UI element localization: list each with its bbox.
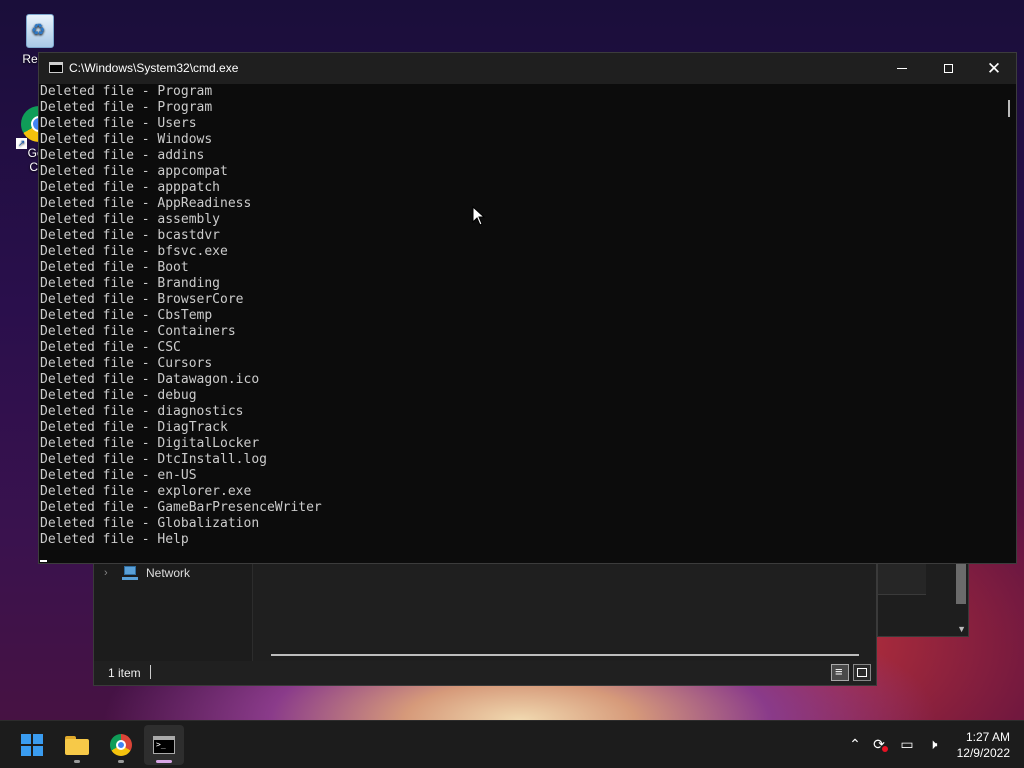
- nav-item-network[interactable]: › Network: [104, 566, 190, 580]
- folder-icon: [65, 735, 89, 755]
- start-button[interactable]: [12, 725, 52, 765]
- console-line: Deleted file - debug: [40, 388, 197, 403]
- console-line: Deleted file - AppReadiness: [40, 196, 252, 211]
- recycle-bin-icon: [22, 8, 56, 48]
- item-count: 1 item: [108, 666, 141, 680]
- terminal-icon: [153, 736, 175, 754]
- taskbar-chrome[interactable]: [101, 725, 141, 765]
- console-line: Deleted file - Datawagon.ico: [40, 372, 260, 387]
- running-indicator: [118, 760, 124, 763]
- network-icon: [122, 566, 138, 580]
- scroll-down-arrow-icon[interactable]: ▼: [957, 624, 966, 634]
- console-line: Deleted file - CSC: [40, 340, 181, 355]
- taskbar: ⌃ ⟳ ▭ 🕨 1:27 AM 12/9/2022: [0, 720, 1024, 768]
- console-line: Deleted file - en-US: [40, 468, 197, 483]
- active-indicator: [156, 760, 172, 763]
- cmd-icon: [49, 62, 63, 73]
- taskbar-command-prompt[interactable]: [144, 725, 184, 765]
- maximize-button[interactable]: [925, 53, 971, 84]
- console-line: Deleted file - bfsvc.exe: [40, 244, 228, 259]
- console-line: Deleted file - appcompat: [40, 164, 228, 179]
- close-icon: ✕: [986, 59, 1002, 78]
- console-line: Deleted file - explorer.exe: [40, 484, 252, 499]
- maximize-icon: [943, 64, 953, 73]
- console-line: Deleted file - Windows: [40, 132, 213, 147]
- close-button[interactable]: ✕: [971, 53, 1017, 84]
- console-line: Deleted file - assembly: [40, 212, 221, 227]
- console-line: Deleted file - CbsTemp: [40, 308, 213, 323]
- console-line: Deleted file - bcastdvr: [40, 228, 221, 243]
- console-line: Deleted file - Help: [40, 532, 189, 547]
- clock-date: 12/9/2022: [956, 746, 1010, 760]
- console-line: Deleted file - addins: [40, 148, 205, 163]
- system-clock[interactable]: 1:27 AM 12/9/2022: [957, 729, 1010, 761]
- running-indicator: [74, 760, 80, 763]
- text-cursor: [40, 560, 47, 562]
- shortcut-arrow-icon: ↗: [16, 138, 27, 149]
- network-icon[interactable]: ▭: [898, 735, 916, 753]
- horizontal-scrollbar[interactable]: [271, 654, 859, 656]
- minimize-button[interactable]: [879, 53, 925, 84]
- chevron-right-icon[interactable]: ›: [104, 567, 114, 579]
- console-line: Deleted file - Branding: [40, 276, 221, 291]
- window-title: C:\Windows\System32\cmd.exe: [69, 61, 239, 75]
- console-output[interactable]: Deleted file - Program Deleted file - Pro…: [40, 84, 1000, 562]
- background-window-scrollbar[interactable]: [956, 564, 966, 604]
- console-line: Deleted file - DiagTrack: [40, 420, 228, 435]
- console-line: Deleted file - DtcInstall.log: [40, 452, 267, 467]
- console-line: Deleted file - apppatch: [40, 180, 221, 195]
- console-line: Deleted file - diagnostics: [40, 404, 244, 419]
- title-bar[interactable]: C:\Windows\System32\cmd.exe ✕: [39, 53, 1016, 84]
- clock-time: 1:27 AM: [965, 730, 1010, 744]
- console-line: Deleted file - Cursors: [40, 356, 213, 371]
- details-view-button[interactable]: [831, 664, 849, 681]
- console-line: Deleted file - Containers: [40, 324, 236, 339]
- console-line: Deleted file - GameBarPresenceWriter: [40, 500, 322, 515]
- minimize-icon: [897, 68, 907, 69]
- file-explorer-window: › Network 1 item: [93, 563, 877, 686]
- status-bar: 1 item: [94, 661, 876, 685]
- volume-muted-icon[interactable]: 🕨: [924, 735, 942, 753]
- navigation-pane: › Network: [94, 564, 253, 664]
- console-line: Deleted file - DigitalLocker: [40, 436, 260, 451]
- status-separator: [150, 665, 151, 679]
- vertical-scrollbar-thumb[interactable]: [1008, 100, 1010, 117]
- console-line: Deleted file - Program: [40, 100, 213, 115]
- taskbar-file-explorer[interactable]: [57, 725, 97, 765]
- console-line: Deleted file - Users: [40, 116, 197, 131]
- background-window-panel: [878, 564, 926, 595]
- console-line: Deleted file - Program: [40, 84, 213, 99]
- mouse-pointer-icon: [472, 206, 486, 226]
- large-icons-view-button[interactable]: [853, 664, 871, 681]
- chevron-up-icon[interactable]: ⌃: [846, 735, 864, 753]
- nav-item-network-label: Network: [146, 566, 191, 580]
- chrome-icon: [110, 734, 132, 756]
- console-line: Deleted file - Boot: [40, 260, 189, 275]
- windows-logo-icon: [21, 734, 43, 756]
- sync-error-icon[interactable]: ⟳: [870, 735, 888, 753]
- console-line: Deleted file - BrowserCore: [40, 292, 244, 307]
- console-line: Deleted file - Globalization: [40, 516, 260, 531]
- cmd-window[interactable]: C:\Windows\System32\cmd.exe ✕ Deleted fi…: [38, 52, 1017, 564]
- background-window-fragment: ▼: [877, 563, 969, 637]
